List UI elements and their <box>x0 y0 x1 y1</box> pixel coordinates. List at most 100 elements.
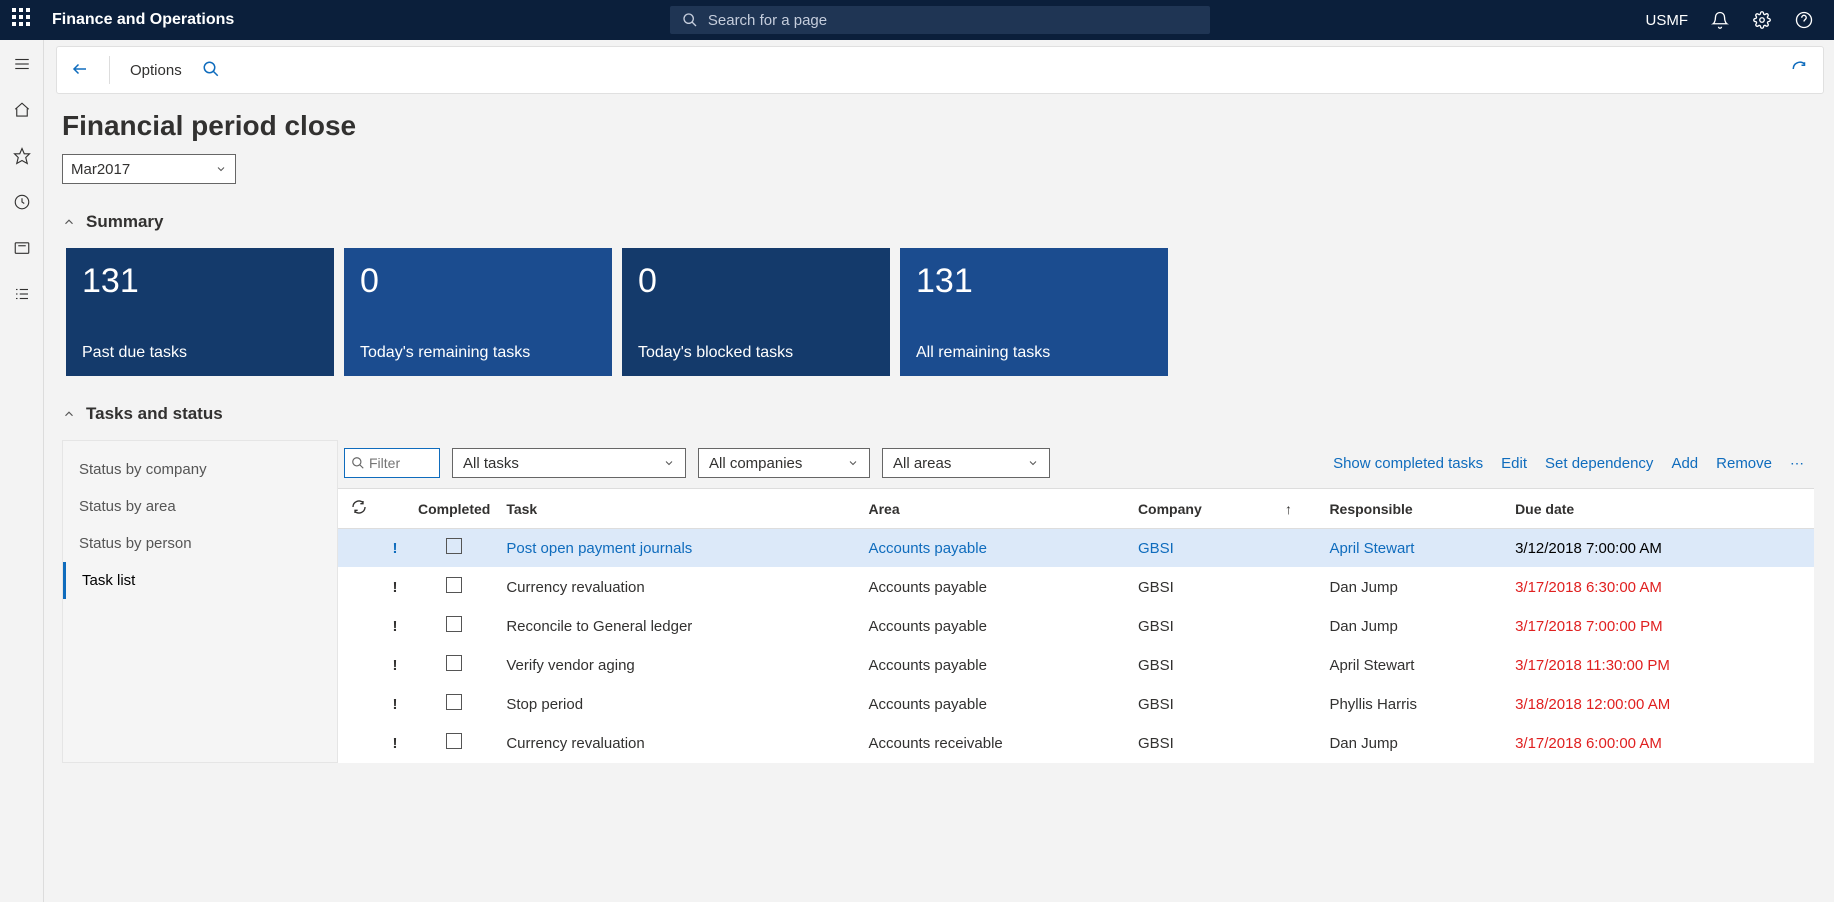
tasks-title: Tasks and status <box>86 404 223 424</box>
workspace-icon[interactable] <box>12 238 32 258</box>
status-nav: Status by company Status by area Status … <box>62 440 338 763</box>
table-row[interactable]: ! Post open payment journalsAccounts paya… <box>338 529 1814 568</box>
table-row[interactable]: !Verify vendor agingAccounts payableGBSI… <box>338 646 1814 685</box>
cell-responsible: April Stewart <box>1321 646 1507 685</box>
summary-tiles: 131Past due tasks 0Today's remaining tas… <box>66 248 1814 376</box>
star-icon[interactable] <box>12 146 32 166</box>
more-icon[interactable]: ⋯ <box>1790 455 1806 472</box>
search-placeholder: Search for a page <box>708 12 827 29</box>
table-row[interactable]: !Reconcile to General ledgerAccounts pay… <box>338 607 1814 646</box>
dd-areas[interactable]: All areas <box>882 448 1050 478</box>
priority-icon: ! <box>380 568 410 607</box>
chevron-down-icon <box>215 163 227 175</box>
table-row[interactable]: !Currency revaluationAccounts receivable… <box>338 724 1814 763</box>
link-add[interactable]: Add <box>1671 455 1698 472</box>
cell-task[interactable]: Verify vendor aging <box>498 646 860 685</box>
cell-area: Accounts payable <box>861 568 1130 607</box>
cell-due: 3/17/2018 6:30:00 AM <box>1507 568 1814 607</box>
cell-area: Accounts payable <box>861 529 1130 568</box>
cell-area: Accounts receivable <box>861 724 1130 763</box>
cell-area: Accounts payable <box>861 607 1130 646</box>
tile-all-remaining[interactable]: 131All remaining tasks <box>900 248 1168 376</box>
nav-status-area[interactable]: Status by area <box>63 488 337 525</box>
summary-section: Summary 131Past due tasks 0Today's remai… <box>62 212 1814 376</box>
gear-icon[interactable] <box>1752 10 1772 30</box>
topbar-right: USMF <box>1645 10 1826 30</box>
priority-icon: ! <box>380 646 410 685</box>
cell-task[interactable]: Reconcile to General ledger <box>498 607 860 646</box>
sort-asc-icon[interactable]: ↑ <box>1285 501 1292 517</box>
cell-responsible: Dan Jump <box>1321 568 1507 607</box>
tile-today-blocked[interactable]: 0Today's blocked tasks <box>622 248 890 376</box>
company-code[interactable]: USMF <box>1645 12 1688 29</box>
cell-task[interactable]: Currency revaluation <box>498 568 860 607</box>
cell-responsible: Dan Jump <box>1321 724 1507 763</box>
hamburger-icon[interactable] <box>12 54 32 74</box>
find-icon[interactable] <box>202 60 220 81</box>
link-show-completed[interactable]: Show completed tasks <box>1333 455 1483 472</box>
back-button[interactable] <box>71 60 89 81</box>
col-completed[interactable]: Completed <box>410 489 498 529</box>
tasks-toggle[interactable]: Tasks and status <box>62 404 1814 424</box>
clock-icon[interactable] <box>12 192 32 212</box>
priority-icon: ! <box>380 685 410 724</box>
completed-checkbox[interactable] <box>410 529 498 568</box>
completed-checkbox[interactable] <box>410 607 498 646</box>
brand-title: Finance and Operations <box>52 11 234 29</box>
col-task[interactable]: Task <box>498 489 860 529</box>
col-area[interactable]: Area <box>861 489 1130 529</box>
completed-checkbox[interactable] <box>410 685 498 724</box>
dd-tasks[interactable]: All tasks <box>452 448 686 478</box>
filter-bar: All tasks All companies All areas Show c… <box>338 440 1814 488</box>
link-remove[interactable]: Remove <box>1716 455 1772 472</box>
chevron-up-icon <box>62 407 76 421</box>
nav-status-company[interactable]: Status by company <box>63 451 337 488</box>
refresh-icon[interactable] <box>1791 60 1809 81</box>
link-edit[interactable]: Edit <box>1501 455 1527 472</box>
filter-field[interactable] <box>369 455 431 471</box>
help-icon[interactable] <box>1794 10 1814 30</box>
topbar: Finance and Operations Search for a page… <box>0 0 1834 40</box>
cell-task[interactable]: Post open payment journals <box>498 529 860 568</box>
table-refresh-icon[interactable] <box>351 502 367 518</box>
filter-input[interactable] <box>344 448 440 478</box>
summary-toggle[interactable]: Summary <box>62 212 1814 232</box>
table-row[interactable]: !Stop periodAccounts payableGBSIPhyllis … <box>338 685 1814 724</box>
home-icon[interactable] <box>12 100 32 120</box>
cell-task[interactable]: Currency revaluation <box>498 724 860 763</box>
modules-icon[interactable] <box>12 284 32 304</box>
col-company[interactable]: Company <box>1130 489 1273 529</box>
cell-responsible: Dan Jump <box>1321 607 1507 646</box>
completed-checkbox[interactable] <box>410 568 498 607</box>
tasks-table: Completed Task Area Company ↑ Responsibl… <box>338 488 1814 763</box>
col-due[interactable]: Due date <box>1507 489 1814 529</box>
tasks-section: Tasks and status Status by company Statu… <box>62 404 1814 763</box>
col-responsible[interactable]: Responsible <box>1321 489 1507 529</box>
nav-task-list[interactable]: Task list <box>63 562 337 599</box>
link-set-dependency[interactable]: Set dependency <box>1545 455 1653 472</box>
command-bar: Options <box>56 46 1824 94</box>
tile-past-due[interactable]: 131Past due tasks <box>66 248 334 376</box>
page-title: Financial period close <box>62 110 1814 142</box>
nav-status-person[interactable]: Status by person <box>63 525 337 562</box>
chevron-down-icon <box>847 457 859 469</box>
bell-icon[interactable] <box>1710 10 1730 30</box>
priority-icon: ! <box>380 529 410 568</box>
chevron-up-icon <box>62 215 76 229</box>
cell-task[interactable]: Stop period <box>498 685 860 724</box>
completed-checkbox[interactable] <box>410 724 498 763</box>
waffle-icon[interactable] <box>12 8 36 32</box>
cell-due: 3/18/2018 12:00:00 AM <box>1507 685 1814 724</box>
tile-today-remaining[interactable]: 0Today's remaining tasks <box>344 248 612 376</box>
cell-company: GBSI <box>1130 568 1273 607</box>
cell-area: Accounts payable <box>861 685 1130 724</box>
table-row[interactable]: ! Currency revaluationAccounts payableGBS… <box>338 568 1814 607</box>
options-menu[interactable]: Options <box>130 62 182 79</box>
period-dropdown[interactable]: Mar2017 <box>62 154 236 184</box>
summary-title: Summary <box>86 212 163 232</box>
dd-companies[interactable]: All companies <box>698 448 870 478</box>
left-rail <box>0 40 44 902</box>
search-icon <box>351 456 365 470</box>
global-search[interactable]: Search for a page <box>670 6 1210 34</box>
completed-checkbox[interactable] <box>410 646 498 685</box>
